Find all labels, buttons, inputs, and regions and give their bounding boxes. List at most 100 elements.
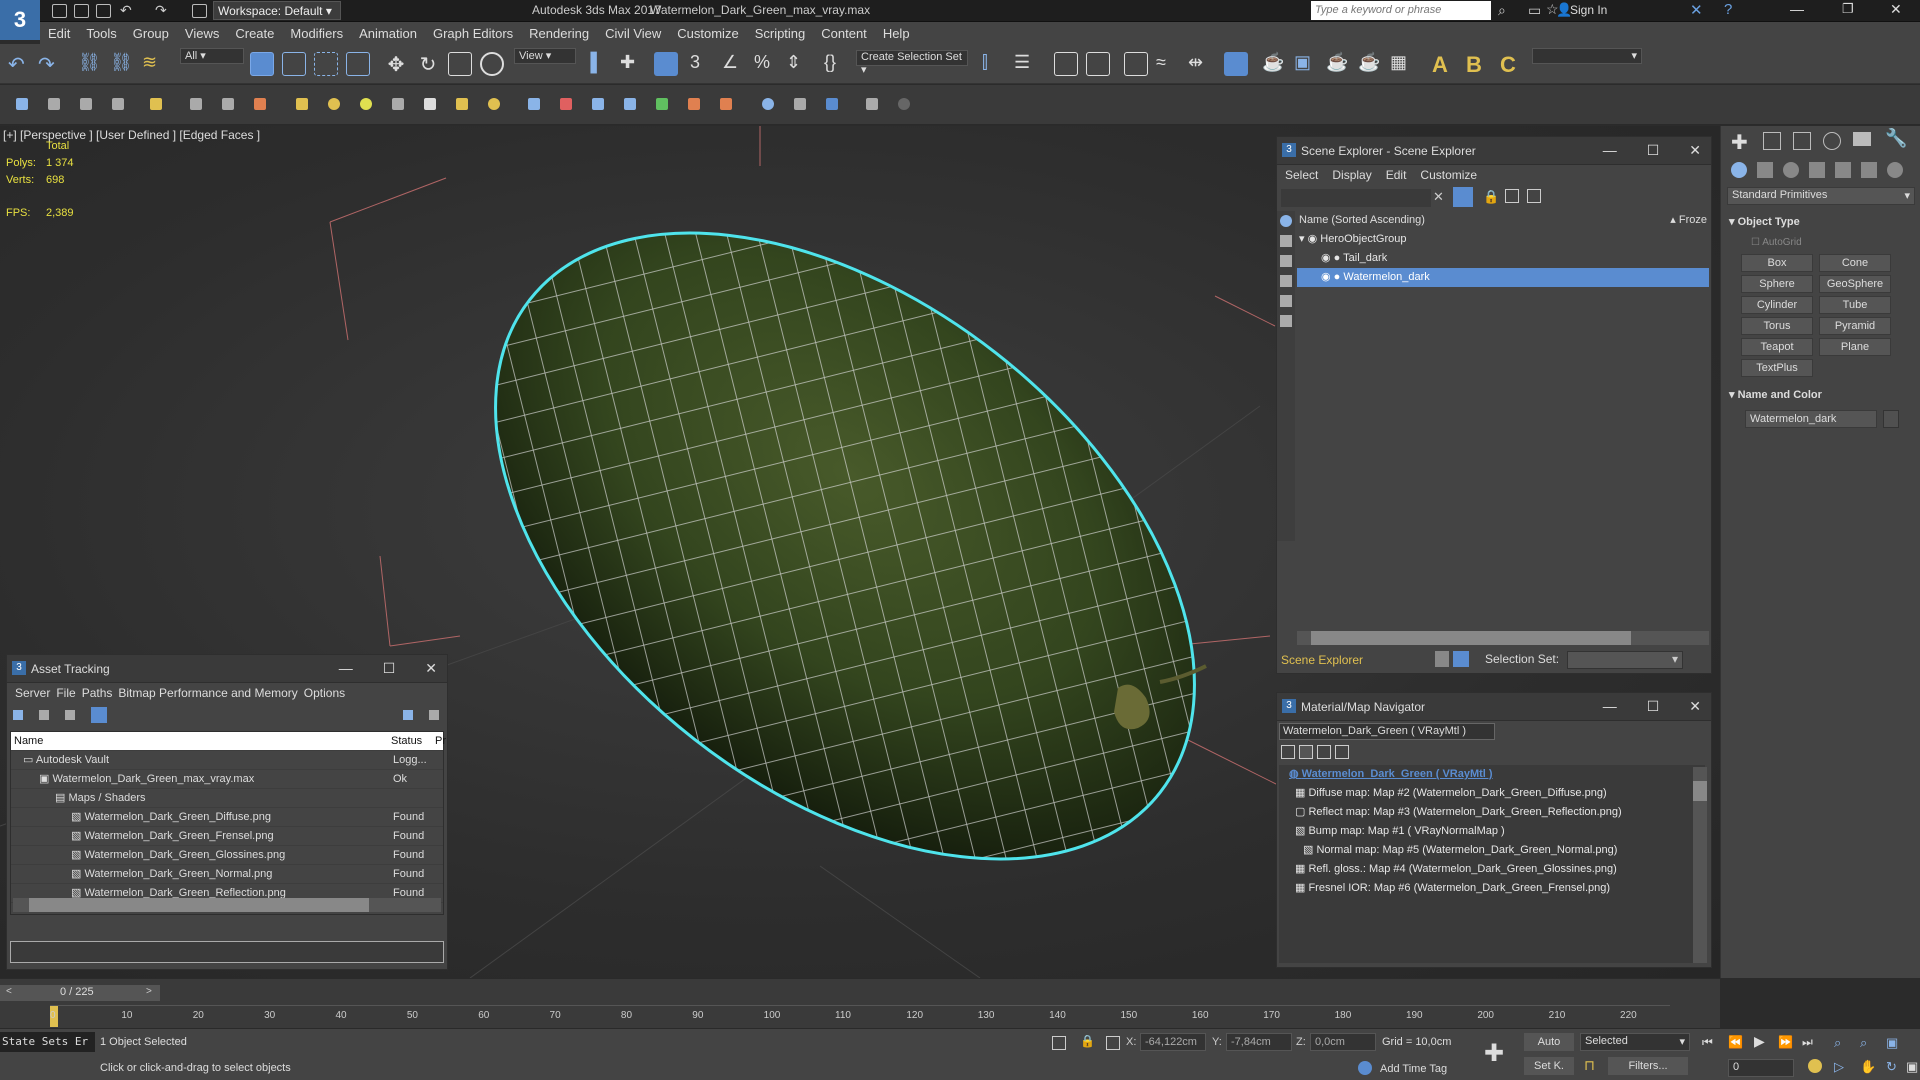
vray-sphere-fade-icon[interactable]: [720, 98, 732, 110]
vray-ies-icon[interactable]: [424, 98, 436, 110]
maximize-icon[interactable]: ☐: [383, 660, 396, 677]
object-type-header[interactable]: ▾ Object Type: [1729, 215, 1800, 228]
mirror-icon[interactable]: ⫿: [982, 52, 1006, 76]
at-col-status[interactable]: Status: [391, 732, 422, 751]
vray-plane-icon[interactable]: [296, 98, 308, 110]
textplus-button[interactable]: TextPlus: [1741, 359, 1813, 377]
cone-button[interactable]: Cone: [1819, 254, 1891, 272]
minimize-icon[interactable]: —: [1790, 1, 1804, 17]
se-h-scrollbar[interactable]: [1297, 631, 1709, 645]
maximize-icon[interactable]: ☐: [1647, 142, 1660, 159]
render-setup-icon[interactable]: ☕: [1262, 52, 1286, 76]
binoculars-icon[interactable]: ⌕: [1498, 2, 1506, 19]
key-mode-dropdown[interactable]: Selected ▾: [1580, 1033, 1690, 1051]
vray-clipper-icon[interactable]: [656, 98, 668, 110]
material-editor-icon[interactable]: [1224, 52, 1248, 76]
vray-proxy-icon[interactable]: [560, 98, 572, 110]
next-frame-icon[interactable]: ⏩: [1778, 1035, 1793, 1049]
rect-selection-icon[interactable]: [314, 52, 338, 76]
vray-tool-1-icon[interactable]: [16, 98, 28, 110]
large-icons-view-icon[interactable]: [1335, 745, 1349, 759]
time-prev-icon[interactable]: <: [6, 986, 12, 997]
vray-fur-icon[interactable]: [528, 98, 540, 110]
menu-modifiers[interactable]: Modifiers: [282, 26, 351, 41]
se-menu-customize[interactable]: Customize: [1420, 168, 1477, 182]
key-filters-button[interactable]: Filters...: [1608, 1057, 1688, 1075]
menu-content[interactable]: Content: [813, 26, 875, 41]
pan-icon[interactable]: ✋: [1860, 1059, 1876, 1075]
at-menu-file[interactable]: File: [56, 686, 75, 700]
display-tab-icon[interactable]: [1853, 132, 1871, 146]
selection-set-select[interactable]: ▾: [1567, 651, 1683, 669]
maximize-viewport-icon[interactable]: ▣: [1906, 1059, 1918, 1075]
current-frame-field[interactable]: 0: [1728, 1059, 1794, 1077]
open-file-icon[interactable]: [74, 4, 89, 18]
geosphere-button[interactable]: GeoSphere: [1819, 275, 1891, 293]
layer-explorer-icon[interactable]: [1054, 52, 1078, 76]
menu-scripting[interactable]: Scripting: [747, 26, 814, 41]
placement-icon[interactable]: [480, 52, 504, 76]
selection-set-dropdown[interactable]: Create Selection Set ▾: [856, 50, 968, 76]
table-row[interactable]: ▧ Watermelon_Dark_Green_Normal.png Found: [11, 865, 443, 884]
menu-animation[interactable]: Animation: [351, 26, 425, 41]
map-item[interactable]: ▦ Refl. gloss.: Map #4 (Watermelon_Dark_…: [1279, 860, 1705, 879]
at-path-field[interactable]: [10, 941, 444, 963]
asset-tracking-titlebar[interactable]: 3 Asset Tracking — ☐ ✕: [7, 655, 447, 683]
time-slider[interactable]: < 0 / 225 >: [0, 985, 160, 1001]
render-preset-dropdown[interactable]: ▾: [1532, 48, 1642, 64]
vray-help-icon[interactable]: [898, 98, 910, 110]
hierarchy-tab-icon[interactable]: [1793, 132, 1811, 150]
menu-group[interactable]: Group: [125, 26, 177, 41]
vray-instancer-icon[interactable]: [592, 98, 604, 110]
go-to-start-icon[interactable]: ⏮: [1702, 1035, 1713, 1050]
material-v-scrollbar[interactable]: [1693, 767, 1707, 963]
vray-vfb-icon[interactable]: [826, 98, 838, 110]
menu-edit[interactable]: Edit: [40, 26, 78, 41]
restore-icon[interactable]: ❐: [1842, 1, 1854, 17]
time-next-icon[interactable]: >: [146, 986, 152, 997]
scene-explorer-titlebar[interactable]: 3 Scene Explorer - Scene Explorer — ☐ ✕: [1277, 137, 1711, 165]
menu-civil-view[interactable]: Civil View: [597, 26, 669, 41]
vray-tool-4-icon[interactable]: [112, 98, 124, 110]
save-icon[interactable]: [96, 4, 111, 18]
search-input[interactable]: Type a keyword or phrase: [1311, 1, 1491, 20]
minimize-icon[interactable]: —: [339, 660, 353, 677]
redo-icon[interactable]: ↷: [155, 2, 167, 19]
auto-key-button[interactable]: Auto: [1524, 1033, 1574, 1051]
menu-customize[interactable]: Customize: [669, 26, 746, 41]
menu-help[interactable]: Help: [875, 26, 918, 41]
layer-toggle-icon[interactable]: [1435, 651, 1449, 667]
vray-plane-obj-icon[interactable]: [624, 98, 636, 110]
display-helpers-icon[interactable]: [1280, 295, 1292, 307]
teapot-button[interactable]: Teapot: [1741, 338, 1813, 356]
select-manipulate-icon[interactable]: ✚: [620, 52, 644, 76]
se-column-header[interactable]: Name (Sorted Ascending) ▴ Froze: [1297, 211, 1709, 230]
vray-sphere-icon[interactable]: [360, 98, 372, 110]
app-logo[interactable]: 3: [0, 0, 40, 40]
workspace-dropdown[interactable]: Workspace: Default ▾: [213, 1, 341, 20]
selection-filter-dropdown[interactable]: All ▾: [180, 48, 244, 64]
cylinder-button[interactable]: Cylinder: [1741, 296, 1813, 314]
autogrid-checkbox[interactable]: ☐ AutoGrid: [1751, 237, 1802, 248]
absolute-mode-icon[interactable]: [1106, 1036, 1120, 1050]
vray-a-icon[interactable]: A: [1432, 52, 1456, 77]
name-color-header[interactable]: ▾ Name and Color: [1729, 388, 1822, 401]
systems-icon[interactable]: [1887, 162, 1903, 178]
scene-explorer-icon[interactable]: [1124, 52, 1148, 76]
se-item-tail[interactable]: ◉ ● Tail_dark: [1297, 249, 1709, 268]
cameras-icon[interactable]: [1809, 162, 1825, 178]
at-h-scrollbar[interactable]: [13, 898, 441, 912]
vray-mesh-icon[interactable]: [392, 98, 404, 110]
se-item-watermelon[interactable]: ◉ ● Watermelon_dark: [1297, 268, 1709, 287]
menu-create[interactable]: Create: [227, 26, 282, 41]
close-icon[interactable]: ✕: [425, 660, 437, 677]
spinner-snap-icon[interactable]: ⇕: [786, 52, 810, 76]
lights-icon[interactable]: [1783, 162, 1799, 178]
at-checkin-icon[interactable]: [13, 710, 23, 720]
menu-graph-editors[interactable]: Graph Editors: [425, 26, 521, 41]
zoom-extents-icon[interactable]: ▣: [1886, 1035, 1898, 1051]
fov-icon[interactable]: ▷: [1834, 1059, 1844, 1075]
se-search-field[interactable]: [1281, 189, 1431, 207]
curve-editor-icon[interactable]: ≈: [1156, 52, 1180, 76]
minimize-icon[interactable]: —: [1603, 698, 1617, 715]
